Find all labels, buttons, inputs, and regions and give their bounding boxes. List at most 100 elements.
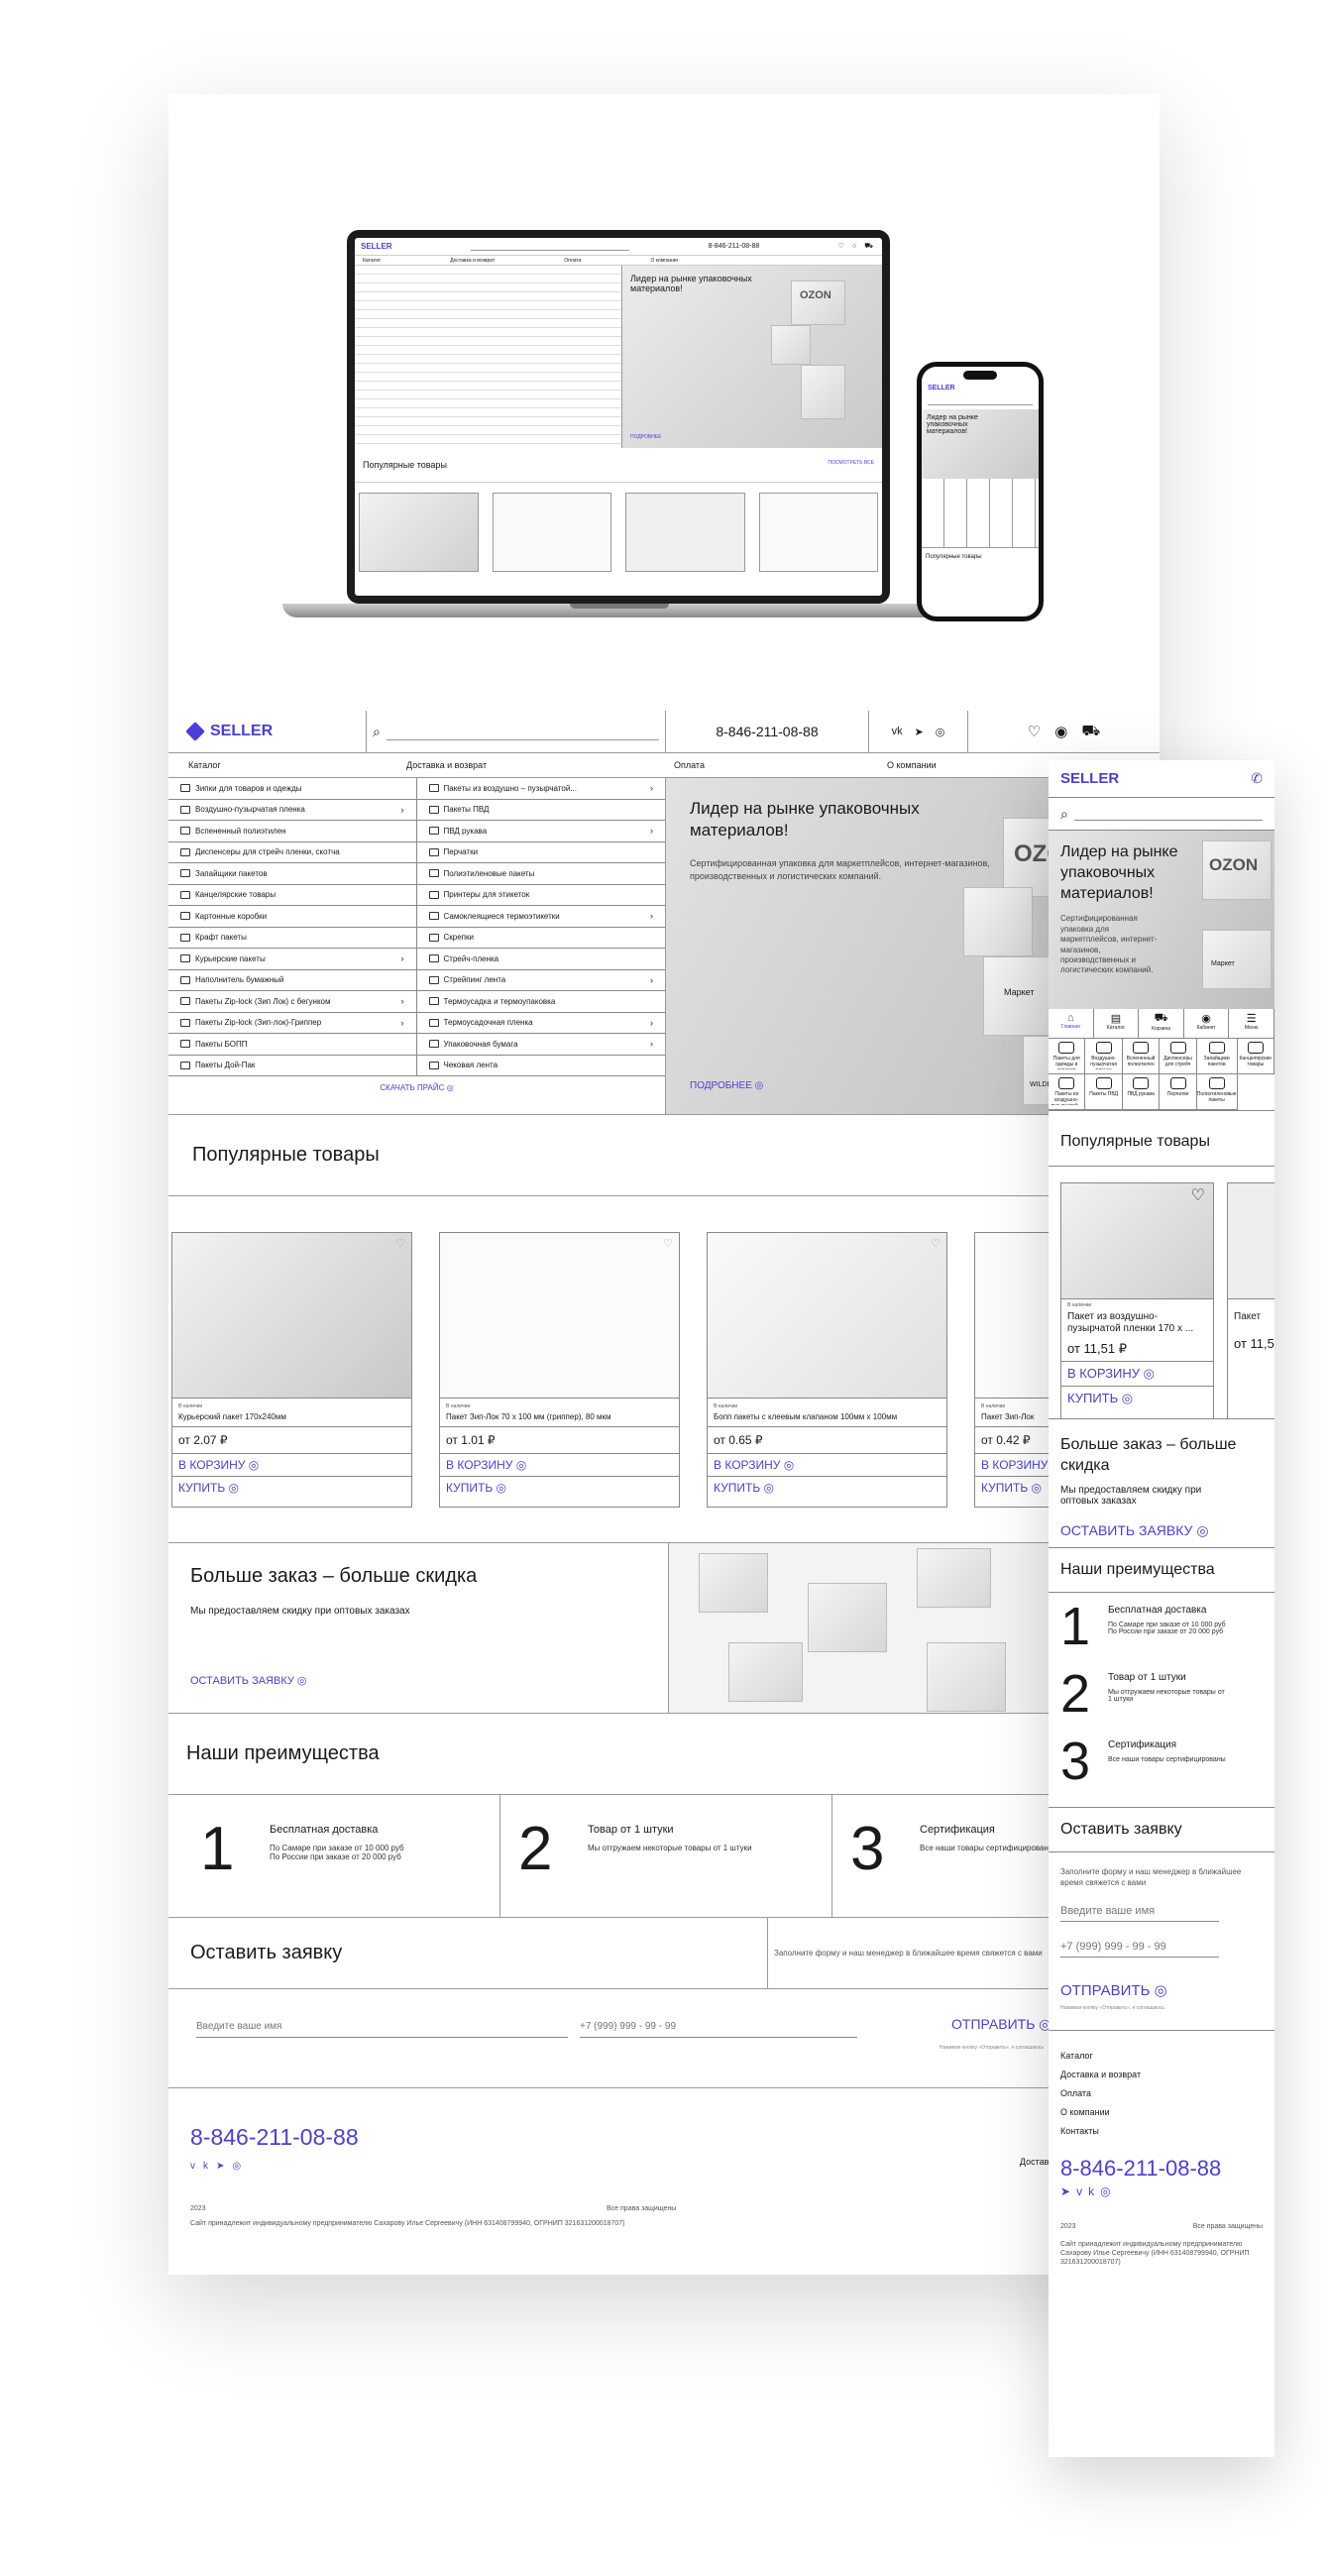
- nav-about[interactable]: О компании: [867, 760, 937, 770]
- mobile-category-tile[interactable]: Пакеты из воздушно-пузырчатой...: [1049, 1074, 1086, 1110]
- mobile-footer-contacts[interactable]: Контакты: [1060, 2122, 1263, 2141]
- vk-icon[interactable]: vk: [1076, 2184, 1100, 2198]
- mobile-category-tile[interactable]: Вспененный полиэтилен: [1122, 1039, 1161, 1074]
- hero-more-link[interactable]: ПОДРОБНЕЕ ◎: [690, 1080, 763, 1091]
- catalog-item[interactable]: Термоусадочная пленка ›: [416, 1013, 665, 1034]
- mobile-product-card[interactable]: ♡ В наличии Пакет из воздушно-пузырчатой…: [1060, 1182, 1214, 1418]
- catalog-item[interactable]: Стрейч-пленка: [416, 949, 665, 970]
- catalog-item[interactable]: Принтеры для этикеток: [416, 885, 665, 906]
- buy-button[interactable]: КУПИТЬ ◎: [172, 1477, 411, 1499]
- add-to-cart-button[interactable]: В КОРЗИНУ ◎: [440, 1454, 679, 1477]
- catalog-item[interactable]: Пакеты Дой-Пак: [168, 1056, 416, 1076]
- catalog-item[interactable]: Пакеты Zip-lock (Зип Лок) с бегунком ›: [168, 991, 416, 1013]
- catalog-item[interactable]: Полиэтиленовые пакеты: [416, 863, 665, 885]
- mobile-phone-input[interactable]: [1060, 1936, 1219, 1959]
- mobile-search[interactable]: ⌕: [1049, 798, 1274, 831]
- catalog-item[interactable]: Термоусадка и термоупаковка: [416, 991, 665, 1013]
- mobile-tab[interactable]: ◉ Кабинет: [1184, 1009, 1230, 1038]
- mobile-category-tile[interactable]: Запайщики пакетов: [1196, 1039, 1238, 1074]
- search-input[interactable]: [386, 723, 659, 740]
- mobile-footer-payment[interactable]: Оплата: [1060, 2084, 1263, 2103]
- mobile-category-tile[interactable]: Диспенсеры для стрейч: [1160, 1039, 1197, 1074]
- header-phone[interactable]: 8-846-211-08-88: [666, 711, 869, 752]
- mobile-tab[interactable]: ▤ Каталог: [1094, 1009, 1140, 1038]
- mobile-footer-catalog[interactable]: Каталог: [1060, 2047, 1263, 2066]
- nav-catalog[interactable]: Каталог: [168, 760, 387, 770]
- whatsapp-icon[interactable]: ◎: [232, 2161, 249, 2172]
- catalog-item[interactable]: Пакеты из воздушно – пузырчатой... ›: [416, 778, 665, 800]
- heart-icon[interactable]: ♡: [663, 1237, 673, 1250]
- logo[interactable]: SELLER: [168, 711, 367, 752]
- mobile-send-button[interactable]: ОТПРАВИТЬ ◎: [1060, 1981, 1263, 1999]
- mobile-add-to-cart[interactable]: В КОРЗИНУ ◎: [1061, 1362, 1213, 1387]
- heart-icon[interactable]: ♡: [931, 1237, 941, 1250]
- catalog-item[interactable]: Воздушно-пузырчатая пленка ›: [168, 800, 416, 821]
- product-card[interactable]: ♡ В наличии Курьерский пакет 170х240мм о…: [171, 1232, 412, 1508]
- name-input[interactable]: [196, 2016, 568, 2038]
- mobile-tab[interactable]: ☰ Меню: [1229, 1009, 1274, 1038]
- heart-icon[interactable]: ♡: [1191, 1185, 1205, 1205]
- catalog-item[interactable]: Самоклеящиеся термоэтикетки ›: [416, 906, 665, 928]
- mobile-logo[interactable]: SELLER: [1060, 770, 1119, 787]
- catalog-item[interactable]: Перчатки: [416, 842, 665, 863]
- heart-icon[interactable]: ♡: [395, 1237, 405, 1250]
- mobile-category-tile[interactable]: Пакеты ПВД: [1085, 1074, 1123, 1110]
- catalog-item[interactable]: Чековая лента: [416, 1056, 665, 1076]
- buy-button[interactable]: КУПИТЬ ◎: [440, 1477, 679, 1499]
- telegram-icon[interactable]: ➤: [216, 2161, 232, 2172]
- mobile-category-tile[interactable]: Пакеты для одежды и товаров: [1049, 1039, 1086, 1074]
- catalog-item[interactable]: Крафт пакеты: [168, 928, 416, 949]
- catalog-item[interactable]: Наполнитель бумажный: [168, 970, 416, 991]
- mobile-footer-phone[interactable]: 8-846-211-08-88: [1060, 2155, 1263, 2183]
- mobile-tab[interactable]: ⛟ Корзина: [1139, 1009, 1184, 1038]
- whatsapp-icon[interactable]: ◎: [1100, 2184, 1116, 2198]
- catalog-item[interactable]: Канцелярские товары: [168, 885, 416, 906]
- catalog-item[interactable]: Диспенсеры для стрейч пленки, скотча: [168, 842, 416, 863]
- mobile-discount-cta[interactable]: ОСТАВИТЬ ЗАЯВКУ ◎: [1060, 1522, 1263, 1539]
- mobile-name-input[interactable]: [1060, 1900, 1219, 1923]
- catalog-item[interactable]: Пакеты БОПП: [168, 1034, 416, 1056]
- send-button[interactable]: ОТПРАВИТЬ ◎: [951, 2016, 1051, 2033]
- product-card[interactable]: ♡ В наличии Бопп пакеты с клеевым клапан…: [707, 1232, 947, 1508]
- vk-icon[interactable]: vk: [190, 2161, 216, 2172]
- phone-call-icon[interactable]: ✆: [1251, 770, 1263, 787]
- search-box[interactable]: ⌕: [367, 711, 666, 752]
- catalog-item[interactable]: Вспененный полиэтилен: [168, 821, 416, 842]
- discount-cta[interactable]: ОСТАВИТЬ ЗАЯВКУ ◎: [190, 1674, 307, 1687]
- add-to-cart-button[interactable]: В КОРЗИНУ ◎: [708, 1454, 946, 1477]
- mobile-category-tile[interactable]: ПВД рукава: [1122, 1074, 1161, 1110]
- buy-button[interactable]: КУПИТЬ ◎: [708, 1477, 946, 1499]
- mobile-category-tile[interactable]: Воздушно-пузырчатая пленка: [1085, 1039, 1123, 1074]
- mobile-category-tile[interactable]: Перчатки: [1160, 1074, 1197, 1110]
- catalog-item[interactable]: Стрейпинг лента ›: [416, 970, 665, 991]
- catalog-item[interactable]: Курьерские пакеты ›: [168, 949, 416, 970]
- catalog-item[interactable]: Пакеты Zip-lock (Зип-лок)-Гриппер ›: [168, 1013, 416, 1034]
- mobile-product-card[interactable]: Пакет от 11,51: [1227, 1182, 1274, 1418]
- favorites-icon[interactable]: ♡: [1028, 723, 1041, 740]
- catalog-item[interactable]: Зипки для товаров и одежды: [168, 778, 416, 800]
- footer-phone[interactable]: 8-846-211-08-88: [190, 2124, 359, 2151]
- catalog-item[interactable]: Картонные коробки: [168, 906, 416, 928]
- cart-icon[interactable]: ⛟: [1081, 723, 1100, 741]
- vk-icon[interactable]: vk: [892, 726, 903, 737]
- download-price[interactable]: СКАЧАТЬ ПРАЙС ◎: [168, 1076, 665, 1092]
- whatsapp-icon[interactable]: ◎: [936, 726, 945, 738]
- mobile-category-tile[interactable]: Полиэтиленовые пакеты: [1196, 1074, 1238, 1110]
- product-card[interactable]: ♡ В наличии Пакет Зип-Лок 70 х 100 мм (г…: [439, 1232, 680, 1508]
- mobile-category-tile[interactable]: Канцелярские товары: [1237, 1039, 1274, 1074]
- nav-payment[interactable]: Оплата: [654, 760, 867, 770]
- mobile-footer-delivery[interactable]: Доставка и возврат: [1060, 2066, 1263, 2084]
- catalog-item[interactable]: Упаковочная бумага ›: [416, 1034, 665, 1056]
- catalog-item[interactable]: Пакеты ПВД: [416, 800, 665, 821]
- telegram-icon[interactable]: ➤: [1060, 2184, 1076, 2198]
- mobile-footer-about[interactable]: О компании: [1060, 2103, 1263, 2122]
- catalog-item[interactable]: ПВД рукава ›: [416, 821, 665, 842]
- add-to-cart-button[interactable]: В КОРЗИНУ ◎: [172, 1454, 411, 1477]
- nav-delivery[interactable]: Доставка и возврат: [387, 760, 654, 770]
- catalog-item[interactable]: Скрепки: [416, 928, 665, 949]
- catalog-item[interactable]: Запайщики пакетов: [168, 863, 416, 885]
- mobile-search-input[interactable]: [1073, 807, 1263, 821]
- mobile-tab[interactable]: ⌂ Главная: [1049, 1009, 1094, 1038]
- profile-icon[interactable]: ◉: [1054, 723, 1067, 740]
- mobile-buy[interactable]: КУПИТЬ ◎: [1061, 1387, 1213, 1410]
